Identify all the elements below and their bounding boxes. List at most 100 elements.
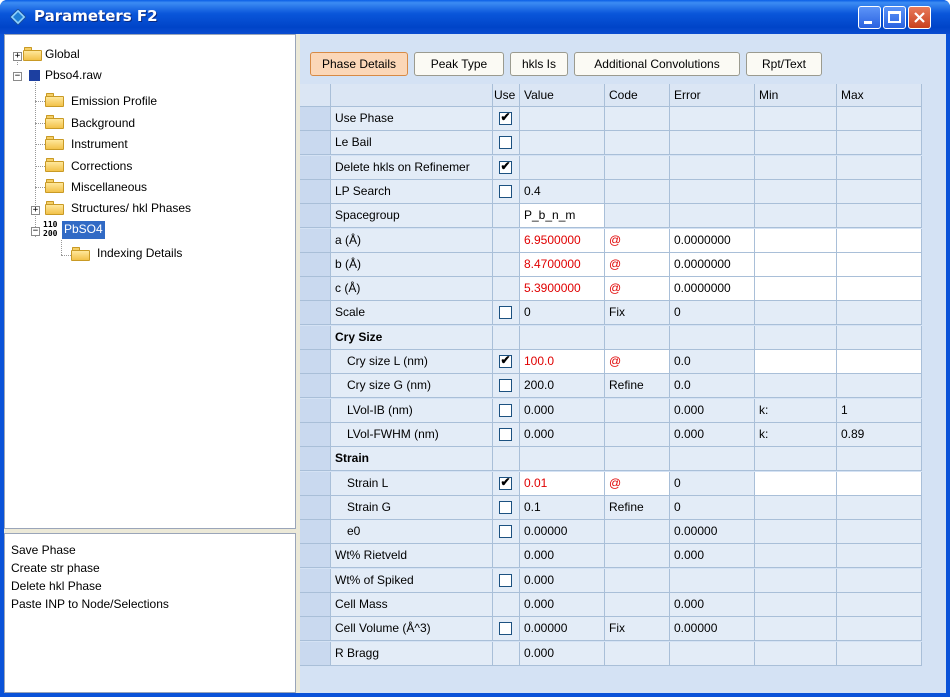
value-cell[interactable]: [520, 447, 605, 472]
min-cell[interactable]: [755, 495, 837, 520]
value-cell[interactable]: 0.00000: [520, 617, 605, 642]
maximize-button[interactable]: [883, 6, 906, 29]
code-cell[interactable]: Refine: [605, 374, 670, 399]
tab-phase-details[interactable]: Phase Details: [310, 52, 408, 76]
action-create-str-phase[interactable]: Create str phase: [11, 560, 100, 576]
max-cell[interactable]: [837, 641, 922, 666]
grid-row[interactable]: e0 0.00000 0.00000: [300, 520, 946, 545]
row-selector[interactable]: [300, 325, 331, 350]
row-selector[interactable]: [300, 179, 331, 204]
code-cell[interactable]: [605, 422, 670, 447]
grid-row[interactable]: Cell Volume (Å^3) 0.00000 Fix 0.00000: [300, 617, 946, 642]
grid-row[interactable]: Use Phase ✔: [300, 107, 946, 131]
min-cell[interactable]: [755, 374, 837, 399]
grid-row[interactable]: c (Å) 5.3900000 @0.0000000: [300, 277, 946, 302]
grid-row[interactable]: Cell Mass 0.000 0.000: [300, 593, 946, 617]
value-cell[interactable]: 6.9500000: [520, 228, 605, 253]
max-cell[interactable]: [837, 593, 922, 617]
min-cell[interactable]: [755, 131, 837, 156]
grid-row[interactable]: Spacegroup P_b_n_m: [300, 204, 946, 229]
use-checkbox-checked[interactable]: ✔: [499, 475, 512, 490]
grid-row[interactable]: Wt% Rietveld 0.000 0.000: [300, 544, 946, 569]
min-cell[interactable]: [755, 277, 837, 302]
use-cell[interactable]: ✔: [493, 155, 520, 180]
code-cell[interactable]: @: [605, 350, 670, 374]
use-cell[interactable]: ✔: [493, 471, 520, 496]
row-selector[interactable]: [300, 568, 331, 593]
use-checkbox[interactable]: [499, 573, 512, 587]
tab-additional-convolutions[interactable]: Additional Convolutions: [574, 52, 740, 76]
code-cell[interactable]: @: [605, 252, 670, 277]
header-max[interactable]: Max: [837, 84, 922, 107]
use-checkbox[interactable]: [499, 306, 512, 320]
code-cell[interactable]: [605, 568, 670, 593]
use-cell[interactable]: ✔: [493, 107, 520, 131]
tree-item-phase-selected[interactable]: PbSO4: [62, 221, 105, 239]
max-cell[interactable]: [837, 544, 922, 569]
code-cell[interactable]: [605, 107, 670, 131]
grid-row[interactable]: Delete hkls on Refinemer ✔: [300, 155, 946, 180]
code-cell[interactable]: @: [605, 228, 670, 253]
expand-global-icon[interactable]: +: [13, 52, 22, 61]
grid-row[interactable]: R Bragg 0.000: [300, 641, 946, 666]
min-cell[interactable]: [755, 325, 837, 350]
row-selector[interactable]: [300, 422, 331, 447]
use-checkbox[interactable]: [499, 379, 512, 393]
value-cell[interactable]: 0.000: [520, 422, 605, 447]
max-cell[interactable]: [837, 107, 922, 131]
row-selector[interactable]: [300, 544, 331, 569]
max-cell[interactable]: [837, 325, 922, 350]
collapse-phase-icon[interactable]: −: [31, 227, 40, 236]
use-cell[interactable]: [493, 398, 520, 423]
value-cell[interactable]: 0.000: [520, 593, 605, 617]
min-cell[interactable]: [755, 617, 837, 642]
min-cell[interactable]: [755, 544, 837, 569]
row-selector[interactable]: [300, 155, 331, 180]
use-checkbox-checked[interactable]: ✔: [499, 159, 512, 174]
min-cell[interactable]: k:: [755, 422, 837, 447]
use-checkbox[interactable]: [499, 184, 512, 198]
tree-item-miscellaneous[interactable]: Miscellaneous: [71, 179, 147, 197]
value-cell[interactable]: [520, 107, 605, 131]
use-cell[interactable]: [493, 374, 520, 399]
use-checkbox[interactable]: [499, 136, 512, 150]
grid-row[interactable]: a (Å) 6.9500000 @0.0000000: [300, 228, 946, 253]
use-cell[interactable]: [493, 422, 520, 447]
action-paste-inp[interactable]: Paste INP to Node/Selections: [11, 596, 169, 612]
code-cell[interactable]: Fix: [605, 617, 670, 642]
code-cell[interactable]: Fix: [605, 301, 670, 326]
row-selector[interactable]: [300, 277, 331, 302]
value-cell[interactable]: [520, 131, 605, 156]
use-cell[interactable]: [493, 131, 520, 156]
value-cell[interactable]: 8.4700000: [520, 252, 605, 277]
value-cell[interactable]: 5.3900000: [520, 277, 605, 302]
header-error[interactable]: Error: [670, 84, 755, 107]
row-selector[interactable]: [300, 107, 331, 131]
use-checkbox[interactable]: [499, 500, 512, 514]
row-selector[interactable]: [300, 495, 331, 520]
max-cell[interactable]: [837, 204, 922, 229]
grid-row[interactable]: Le Bail: [300, 131, 946, 156]
action-save-phase[interactable]: Save Phase: [11, 542, 76, 558]
grid-row[interactable]: LVol-IB (nm) 0.000 0.000 k: 1: [300, 398, 946, 423]
max-cell[interactable]: [837, 301, 922, 326]
max-cell[interactable]: [837, 228, 922, 253]
value-cell[interactable]: 0.01: [520, 471, 605, 496]
use-checkbox[interactable]: [499, 622, 512, 636]
row-selector[interactable]: [300, 204, 331, 229]
parameter-tree[interactable]: + Global − Pbso4.raw Emission Profile Ba…: [4, 34, 296, 529]
use-checkbox-checked[interactable]: ✔: [499, 353, 512, 368]
minimize-button[interactable]: [858, 6, 881, 29]
code-cell[interactable]: [605, 520, 670, 545]
max-cell[interactable]: [837, 252, 922, 277]
grid-row[interactable]: Wt% of Spiked 0.000: [300, 568, 946, 593]
value-cell[interactable]: 0.00000: [520, 520, 605, 545]
collapse-file-icon[interactable]: −: [13, 72, 22, 81]
row-selector[interactable]: [300, 641, 331, 666]
use-cell[interactable]: [493, 495, 520, 520]
value-cell[interactable]: 100.0: [520, 350, 605, 374]
row-selector[interactable]: [300, 520, 331, 545]
grid-row[interactable]: Cry size L (nm) ✔ 100.0 @0.0: [300, 350, 946, 374]
value-cell[interactable]: 0.000: [520, 544, 605, 569]
tree-item-indexing-details[interactable]: Indexing Details: [97, 245, 182, 263]
